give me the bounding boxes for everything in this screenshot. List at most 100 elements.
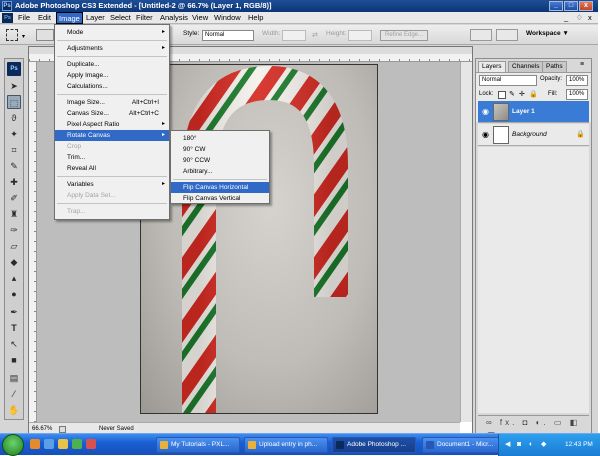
doc-close-button[interactable]: x	[586, 12, 594, 24]
menu-item-180[interactable]: 180°	[171, 133, 269, 144]
marquee-tool-icon[interactable]	[6, 29, 18, 41]
vertical-scrollbar[interactable]	[460, 62, 472, 422]
menu-item-image-size[interactable]: Image Size... Alt+Ctrl+I	[55, 97, 169, 108]
tab-layers[interactable]: Layers	[478, 61, 506, 72]
move-tool-icon[interactable]: ➤	[7, 79, 21, 93]
slice-tool-icon[interactable]: ✎	[7, 159, 21, 173]
menu-item-arbitrary[interactable]: Arbitrary...	[171, 166, 269, 177]
tray-icon[interactable]: ◀	[505, 434, 510, 456]
lock-pixels-icon[interactable]: ✎	[509, 90, 515, 98]
type-tool-icon[interactable]: T	[7, 321, 21, 335]
menu-analysis[interactable]: Analysis	[158, 12, 190, 24]
tray-icon[interactable]: ◆	[541, 434, 546, 456]
eye-icon[interactable]: ◉	[481, 107, 490, 116]
workspace-menu[interactable]: Workspace ▼	[526, 30, 569, 37]
menu-item-trim[interactable]: Trim...	[55, 152, 169, 163]
shape-tool-icon[interactable]: ■	[7, 353, 21, 367]
volume-icon[interactable]: ◐	[529, 434, 533, 456]
clock[interactable]: 12:43 PM	[565, 434, 593, 456]
menu-item-duplicate[interactable]: Duplicate...	[55, 59, 169, 70]
panel-menu-icon[interactable]: ≡	[580, 61, 584, 68]
taskbar-button[interactable]: My Tutorials - PXL...	[156, 437, 240, 453]
menu-help[interactable]: Help	[246, 12, 265, 24]
hand-tool-icon[interactable]: ✋	[7, 403, 21, 417]
crop-tool-icon[interactable]: ⌗	[7, 143, 21, 157]
path-selection-icon[interactable]: ↖	[7, 337, 21, 351]
quicklaunch-icon[interactable]	[72, 439, 82, 449]
menu-item-canvas-size[interactable]: Canvas Size... Alt+Ctrl+C	[55, 108, 169, 119]
vertical-ruler[interactable]	[29, 62, 37, 422]
menu-item-apply-data-set[interactable]: Apply Data Set...	[55, 190, 169, 201]
healing-brush-icon[interactable]: ✚	[7, 175, 21, 189]
chevron-down-icon[interactable]: ▾	[22, 33, 25, 40]
menu-item-apply-image[interactable]: Apply Image...	[55, 70, 169, 81]
blend-mode-select[interactable]: Normal	[479, 75, 537, 86]
layers-panel-footer[interactable]: ∞ fx. ◘ ◐. ▭ ◧ 🗑	[478, 415, 589, 441]
minimize-button[interactable]: _	[549, 1, 563, 11]
doc-restore-button[interactable]: ♢	[574, 12, 585, 24]
opacity-field[interactable]: 100%	[566, 75, 588, 86]
layer-name[interactable]: Layer 1	[512, 101, 535, 123]
height-field[interactable]	[348, 30, 372, 41]
document-icon[interactable]: Ps	[2, 13, 13, 23]
menu-filter[interactable]: Filter	[134, 12, 155, 24]
taskbar-button[interactable]: Upload entry in ph...	[244, 437, 328, 453]
maximize-button[interactable]: □	[564, 1, 578, 11]
taskbar-button[interactable]: Adobe Photoshop ...	[332, 437, 416, 453]
brush-tool-icon[interactable]: ✐	[7, 191, 21, 205]
menu-layer[interactable]: Layer	[84, 12, 107, 24]
history-brush-icon[interactable]: ✑	[7, 223, 21, 237]
quicklaunch-icon[interactable]	[86, 439, 96, 449]
dodge-tool-icon[interactable]: ●	[7, 287, 21, 301]
quicklaunch-icon[interactable]	[58, 439, 68, 449]
taskbar-button[interactable]: Document1 - Micr...	[422, 437, 506, 453]
fill-field[interactable]: 100%	[566, 89, 588, 100]
menu-item-trap[interactable]: Trap...	[55, 206, 169, 217]
menu-item-calculations[interactable]: Calculations...	[55, 81, 169, 92]
lasso-tool-icon[interactable]: ϑ	[7, 111, 21, 125]
marquee-tool-icon[interactable]: ⬚	[7, 95, 21, 109]
lock-transparency-icon[interactable]	[498, 91, 506, 99]
brushes-icon[interactable]	[470, 29, 492, 41]
doc-minimize-button[interactable]: _	[562, 12, 570, 24]
doc-info-icon[interactable]	[59, 426, 66, 433]
paint-bucket-icon[interactable]: ◆	[7, 255, 21, 269]
new-selection-icon[interactable]	[36, 29, 54, 41]
tab-paths[interactable]: Paths	[542, 61, 567, 72]
eraser-tool-icon[interactable]: ▱	[7, 239, 21, 253]
menu-image[interactable]: Image	[56, 12, 83, 24]
tool-presets-icon[interactable]	[496, 29, 518, 41]
eyedropper-icon[interactable]: ⁄	[7, 387, 21, 401]
menu-item-variables[interactable]: Variables ▸	[55, 179, 169, 190]
menu-item-reveal-all[interactable]: Reveal All	[55, 163, 169, 174]
menu-window[interactable]: Window	[212, 12, 243, 24]
lock-all-icon[interactable]: 🔒	[529, 90, 538, 98]
menu-item-pixel-aspect-ratio[interactable]: Pixel Aspect Ratio ▸	[55, 119, 169, 130]
menu-item-mode[interactable]: Mode ▸	[55, 27, 169, 38]
layer-name[interactable]: Background	[512, 124, 547, 146]
menu-item-flip-canvas-vertical[interactable]: Flip Canvas Vertical	[171, 193, 269, 204]
width-field[interactable]	[282, 30, 306, 41]
layer-row[interactable]: ◉ Layer 1	[478, 101, 589, 123]
layer-row[interactable]: ◉ Background 🔒	[478, 124, 589, 146]
quicklaunch-icon[interactable]	[30, 439, 40, 449]
style-select[interactable]: Normal	[202, 30, 254, 41]
network-icon[interactable]: ◙	[517, 434, 521, 456]
start-button[interactable]	[2, 434, 24, 456]
image-canvas[interactable]	[140, 64, 378, 414]
blur-tool-icon[interactable]: ▴	[7, 271, 21, 285]
refine-edge-button[interactable]: Refine Edge...	[380, 30, 428, 41]
clone-stamp-icon[interactable]: ♜	[7, 207, 21, 221]
eye-icon[interactable]: ◉	[481, 130, 490, 139]
menu-select[interactable]: Select	[108, 12, 133, 24]
notes-tool-icon[interactable]: ▤	[7, 371, 21, 385]
tab-channels[interactable]: Channels	[508, 61, 544, 72]
pen-tool-icon[interactable]: ✒	[7, 305, 21, 319]
quicklaunch-icon[interactable]	[44, 439, 54, 449]
close-button[interactable]: x	[579, 1, 593, 11]
lock-position-icon[interactable]: ✛	[519, 90, 525, 98]
magic-wand-icon[interactable]: ✦	[7, 127, 21, 141]
menu-item-adjustments[interactable]: Adjustments ▸	[55, 43, 169, 54]
menu-edit[interactable]: Edit	[36, 12, 53, 24]
menu-item-flip-canvas-horizontal[interactable]: Flip Canvas Horizontal	[171, 182, 269, 193]
